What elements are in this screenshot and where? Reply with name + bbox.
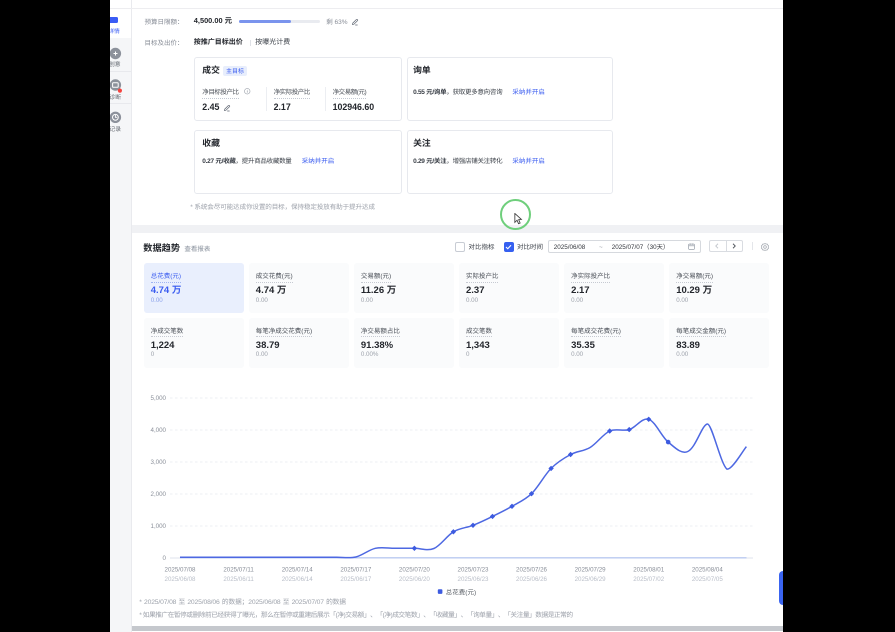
svg-text:2025/06/17: 2025/06/17 [340,574,372,583]
svg-text:2025/07/11: 2025/07/11 [223,565,254,574]
svg-text:4,000: 4,000 [151,425,167,434]
svg-text:2025/07/29: 2025/07/29 [575,565,607,574]
svg-text:2,000: 2,000 [151,489,167,498]
svg-text:2025/07/05: 2025/07/05 [692,574,724,583]
svg-text:2025/06/08: 2025/06/08 [165,574,197,583]
svg-text:2025/08/04: 2025/08/04 [692,565,724,574]
svg-text:5,000: 5,000 [151,393,167,402]
svg-text:2025/06/20: 2025/06/20 [399,574,431,583]
svg-text:2025/06/26: 2025/06/26 [516,574,548,583]
svg-text:2025/07/20: 2025/07/20 [399,565,431,574]
svg-text:3,000: 3,000 [151,457,167,466]
svg-text:0: 0 [163,553,167,562]
svg-text:2025/06/14: 2025/06/14 [282,574,314,583]
svg-text:1,000: 1,000 [151,521,167,530]
svg-text:2025/07/08: 2025/07/08 [165,565,197,574]
svg-text:2025/08/01: 2025/08/01 [633,565,665,574]
svg-text:2025/07/26: 2025/07/26 [516,565,548,574]
svg-text:2025/07/23: 2025/07/23 [458,565,490,574]
svg-text:2025/07/14: 2025/07/14 [282,565,314,574]
svg-text:总花费(元): 总花费(元) [446,586,476,596]
svg-text:2025/07/17: 2025/07/17 [340,565,372,574]
svg-text:2025/07/02: 2025/07/02 [633,574,665,583]
svg-text:2025/06/23: 2025/06/23 [458,574,490,583]
svg-text:2025/06/11: 2025/06/11 [223,574,254,583]
svg-text:2025/06/29: 2025/06/29 [575,574,607,583]
